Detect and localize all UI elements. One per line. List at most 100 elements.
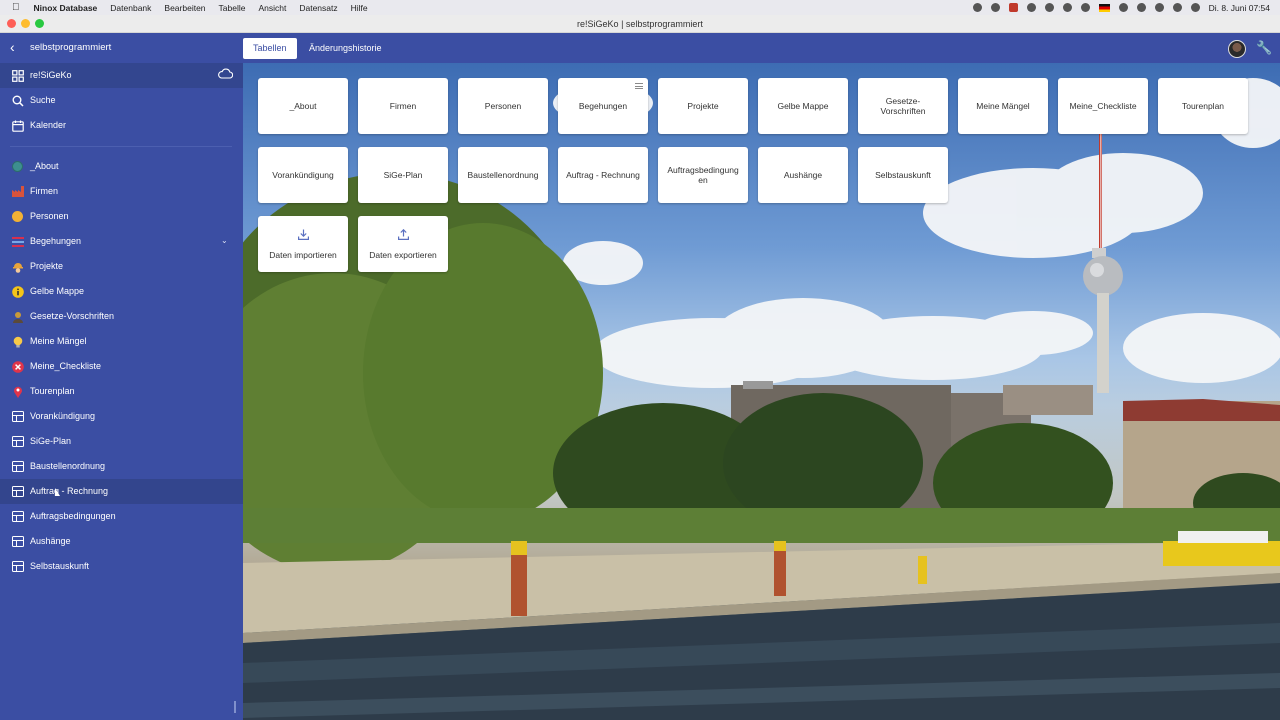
- sidebar-item-meine-maengel[interactable]: Meine Mängel: [0, 329, 243, 354]
- table-icon: [11, 410, 24, 423]
- sidebar-item-label: Gelbe Mappe: [30, 286, 85, 296]
- sidebar-item-personen[interactable]: Personen: [0, 204, 243, 229]
- tile-firmen[interactable]: Firmen: [358, 78, 448, 134]
- eject-icon[interactable]: [1044, 3, 1054, 12]
- chevron-down-icon[interactable]: ⌄: [221, 236, 228, 245]
- tile-gesetze-vorschriften[interactable]: Gesetze-Vorschriften: [858, 78, 948, 134]
- macos-menubar:  Ninox Database Datenbank Bearbeiten Ta…: [0, 0, 1280, 15]
- menu-datenbank[interactable]: Datenbank: [110, 3, 151, 13]
- user-avatar[interactable]: [1228, 40, 1246, 58]
- sidebar: re!SiGeKo Suche Kalender _About Firmen P…: [0, 63, 243, 720]
- list-icon: [11, 235, 24, 248]
- action-label: Daten exportieren: [369, 249, 437, 260]
- sidebar-item-suche[interactable]: Suche: [0, 88, 243, 113]
- menu-ansicht[interactable]: Ansicht: [258, 3, 286, 13]
- bluetooth-icon[interactable]: [1080, 3, 1090, 12]
- siri-icon[interactable]: [1190, 3, 1200, 12]
- sidebar-item-gelbe-mappe[interactable]: Gelbe Mappe: [0, 279, 243, 304]
- menu-hilfe[interactable]: Hilfe: [351, 3, 368, 13]
- sidebar-item-label: Meine Mängel: [30, 336, 87, 346]
- sidebar-item-about[interactable]: _About: [0, 154, 243, 179]
- sidebar-item-selbstauskunft[interactable]: Selbstauskunft: [0, 554, 243, 579]
- sidebar-item-sige-plan[interactable]: SiGe-Plan: [0, 429, 243, 454]
- sidebar-item-gesetze-vorschriften[interactable]: Gesetze-Vorschriften: [0, 304, 243, 329]
- menu-datensatz[interactable]: Datensatz: [299, 3, 337, 13]
- record-icon[interactable]: [972, 3, 982, 12]
- sidebar-item-label: re!SiGeKo: [30, 70, 72, 80]
- import-data-button[interactable]: Daten importieren: [258, 216, 348, 272]
- tile-personen[interactable]: Personen: [458, 78, 548, 134]
- tile-auftragsbedingungen[interactable]: Auftragsbedingungen: [658, 147, 748, 203]
- status-tray: Di. 8. Juni 07:54: [972, 0, 1270, 15]
- fullscreen-window-button[interactable]: [35, 19, 44, 28]
- cloud-icon[interactable]: [218, 68, 234, 79]
- app-header: ‹ selbstprogrammiert Tabellen Änderungsh…: [0, 33, 1280, 63]
- flag-icon[interactable]: [1098, 3, 1110, 12]
- app-status-icon[interactable]: [1008, 3, 1018, 12]
- sidebar-item-database[interactable]: re!SiGeKo: [0, 63, 243, 88]
- sidebar-item-label: Begehungen: [30, 236, 82, 246]
- close-window-button[interactable]: [7, 19, 16, 28]
- time-machine-icon[interactable]: [1026, 3, 1036, 12]
- tile-tourenplan[interactable]: Tourenplan: [1158, 78, 1248, 134]
- tile-about[interactable]: _About: [258, 78, 348, 134]
- sidebar-item-meine-checkliste[interactable]: Meine_Checkliste: [0, 354, 243, 379]
- table-icon: [11, 435, 24, 448]
- window-title: re!SiGeKo | selbstprogrammiert: [577, 18, 703, 29]
- sidebar-item-label: Baustellenordnung: [30, 461, 106, 471]
- cloud-icon[interactable]: [990, 3, 1000, 12]
- wrench-icon[interactable]: 🔧: [1256, 40, 1272, 56]
- sidebar-item-label: Personen: [30, 211, 69, 221]
- tile-selbstauskunft[interactable]: Selbstauskunft: [858, 147, 948, 203]
- tile-vorankuendigung[interactable]: Vorankündigung: [258, 147, 348, 203]
- back-chevron-icon[interactable]: ‹: [10, 39, 15, 55]
- sidebar-item-projekte[interactable]: Projekte: [0, 254, 243, 279]
- tab-tabellen[interactable]: Tabellen: [243, 38, 297, 59]
- menu-tabelle[interactable]: Tabelle: [219, 3, 246, 13]
- volume-icon[interactable]: [1062, 3, 1072, 12]
- sidebar-item-auftragsbedingungen[interactable]: Auftragsbedingungen: [0, 504, 243, 529]
- sidebar-item-label: Selbstauskunft: [30, 561, 90, 571]
- traffic-lights: [7, 19, 44, 28]
- back-to-database-link[interactable]: selbstprogrammiert: [30, 42, 111, 53]
- tile-meine-checkliste[interactable]: Meine_Checkliste: [1058, 78, 1148, 134]
- sidebar-item-firmen[interactable]: Firmen: [0, 179, 243, 204]
- spotlight-icon[interactable]: [1154, 3, 1164, 12]
- grid-icon: [11, 69, 24, 82]
- sidebar-item-begehungen[interactable]: Begehungen ⌄: [0, 229, 243, 254]
- tile-projekte[interactable]: Projekte: [658, 78, 748, 134]
- sidebar-item-vorankuendigung[interactable]: Vorankündigung: [0, 404, 243, 429]
- user-icon[interactable]: [1136, 3, 1146, 12]
- tab-aenderungshistorie[interactable]: Änderungshistorie: [299, 38, 392, 59]
- minimize-window-button[interactable]: [21, 19, 30, 28]
- apple-icon[interactable]: : [12, 2, 20, 13]
- sidebar-item-kalender[interactable]: Kalender: [0, 113, 243, 138]
- tile-baustellenordnung[interactable]: Baustellenordnung: [458, 147, 548, 203]
- sidebar-item-baustellenordnung[interactable]: Baustellenordnung: [0, 454, 243, 479]
- control-center-icon[interactable]: [1172, 3, 1182, 12]
- mouse-cursor: [55, 488, 60, 496]
- tile-gelbe-mappe[interactable]: Gelbe Mappe: [758, 78, 848, 134]
- judge-icon: [11, 310, 24, 323]
- menu-app-name[interactable]: Ninox Database: [34, 3, 98, 13]
- wifi-icon[interactable]: [1118, 3, 1128, 12]
- menubar-clock[interactable]: Di. 8. Juni 07:54: [1209, 3, 1270, 13]
- sidebar-item-tourenplan[interactable]: Tourenplan: [0, 379, 243, 404]
- upload-icon: [397, 228, 409, 243]
- action-label: Daten importieren: [269, 249, 337, 260]
- tile-aushaenge[interactable]: Aushänge: [758, 147, 848, 203]
- hamburger-icon[interactable]: [635, 83, 643, 89]
- table-icon: [11, 485, 24, 498]
- tile-auftrag-rechnung[interactable]: Auftrag - Rechnung: [558, 147, 648, 203]
- tile-begehungen[interactable]: Begehungen: [558, 78, 648, 134]
- sidebar-item-label: Suche: [30, 95, 56, 105]
- sidebar-resize-handle[interactable]: [234, 701, 236, 713]
- sidebar-item-aushaenge[interactable]: Aushänge: [0, 529, 243, 554]
- export-data-button[interactable]: Daten exportieren: [358, 216, 448, 272]
- tile-meine-maengel[interactable]: Meine Mängel: [958, 78, 1048, 134]
- factory-icon: [11, 185, 24, 198]
- sidebar-item-label: Gesetze-Vorschriften: [30, 311, 115, 321]
- sidebar-item-auftrag-rechnung[interactable]: Auftrag - Rechnung: [0, 479, 243, 504]
- tile-sige-plan[interactable]: SiGe-Plan: [358, 147, 448, 203]
- menu-bearbeiten[interactable]: Bearbeiten: [164, 3, 205, 13]
